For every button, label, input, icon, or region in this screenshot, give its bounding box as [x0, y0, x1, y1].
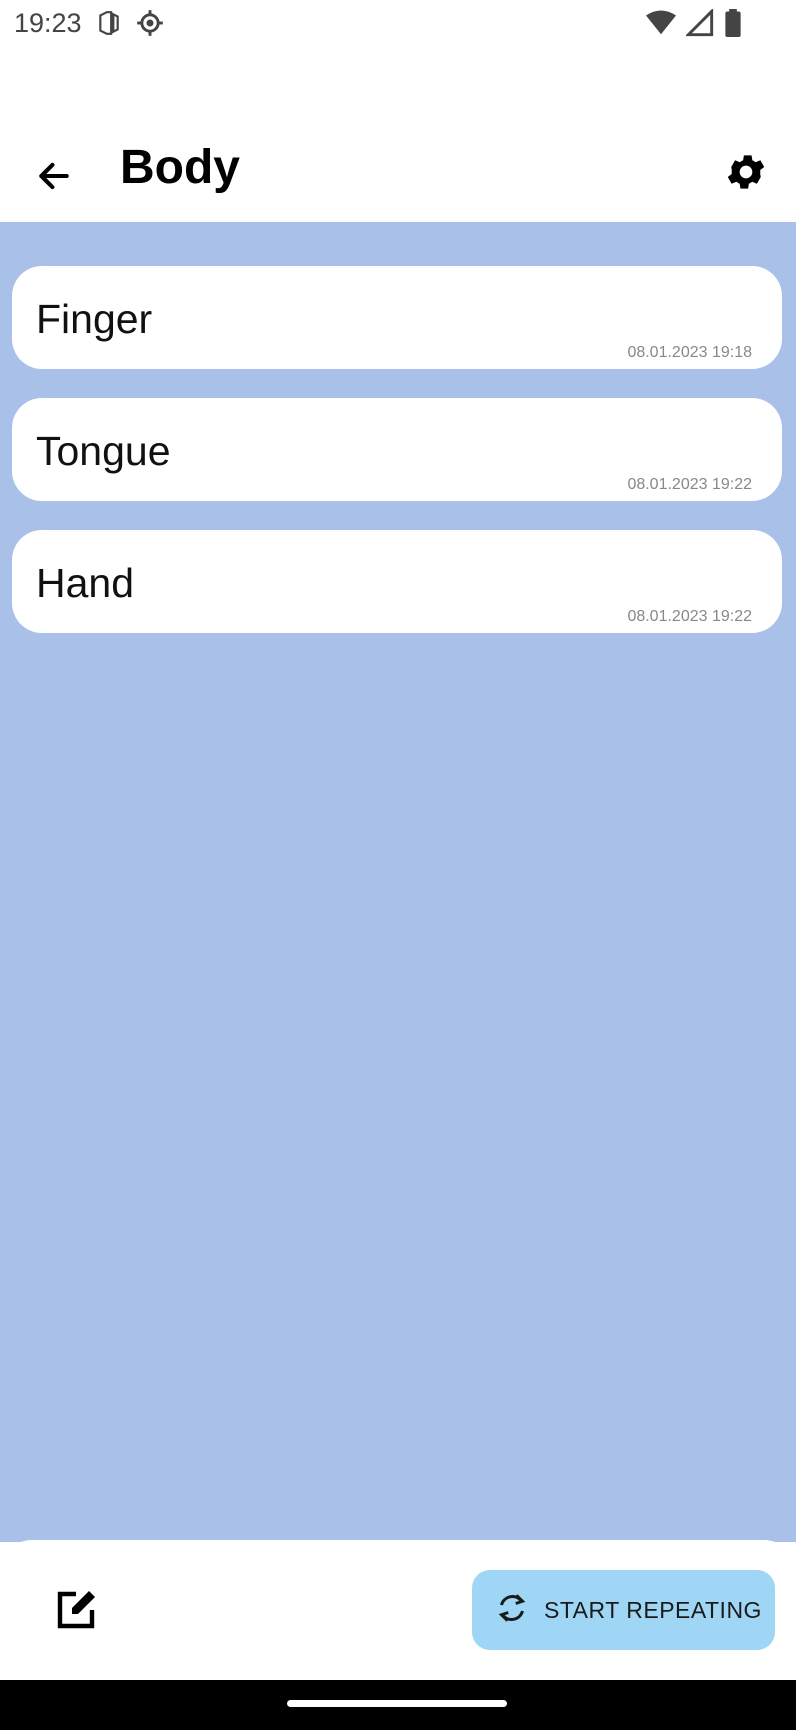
edit-icon: [52, 1586, 100, 1639]
signal-icon: [686, 9, 714, 37]
edit-button[interactable]: [48, 1584, 104, 1640]
status-time: 19:23: [14, 7, 82, 38]
home-gesture-handle[interactable]: [287, 1700, 507, 1707]
item-date: 08.01.2023 19:18: [627, 344, 752, 361]
page-title: Body: [120, 141, 240, 194]
item-name: Finger: [36, 296, 153, 342]
settings-button[interactable]: [718, 146, 774, 202]
arrow-back-icon: [35, 157, 73, 200]
app-bar: Body: [0, 120, 796, 222]
battery-icon: [724, 9, 742, 37]
item-name: Hand: [36, 560, 135, 606]
list-item[interactable]: Finger 08.01.2023 19:18: [12, 266, 782, 369]
bottom-bar: START REPEATING: [0, 1540, 796, 1680]
gear-icon: [723, 149, 769, 200]
item-date: 08.01.2023 19:22: [627, 608, 752, 625]
settings-gear-icon: [136, 9, 164, 37]
screen: 19:23 Body Finger 08.01.2023 19:18 Tongu…: [0, 0, 796, 1730]
sim-card-icon: [96, 10, 122, 36]
wifi-icon: [646, 10, 676, 36]
start-repeating-label: START REPEATING: [544, 1596, 762, 1623]
navigation-bar: [0, 1680, 796, 1730]
list-item[interactable]: Hand 08.01.2023 19:22: [12, 530, 782, 633]
item-date: 08.01.2023 19:22: [627, 476, 752, 493]
sync-icon: [494, 1590, 530, 1631]
status-bar: 19:23: [0, 0, 796, 46]
back-button[interactable]: [28, 152, 80, 204]
list-item[interactable]: Tongue 08.01.2023 19:22: [12, 398, 782, 501]
start-repeating-button[interactable]: START REPEATING: [472, 1570, 775, 1650]
item-name: Tongue: [36, 428, 171, 474]
item-list: Finger 08.01.2023 19:18 Tongue 08.01.202…: [0, 222, 796, 1542]
